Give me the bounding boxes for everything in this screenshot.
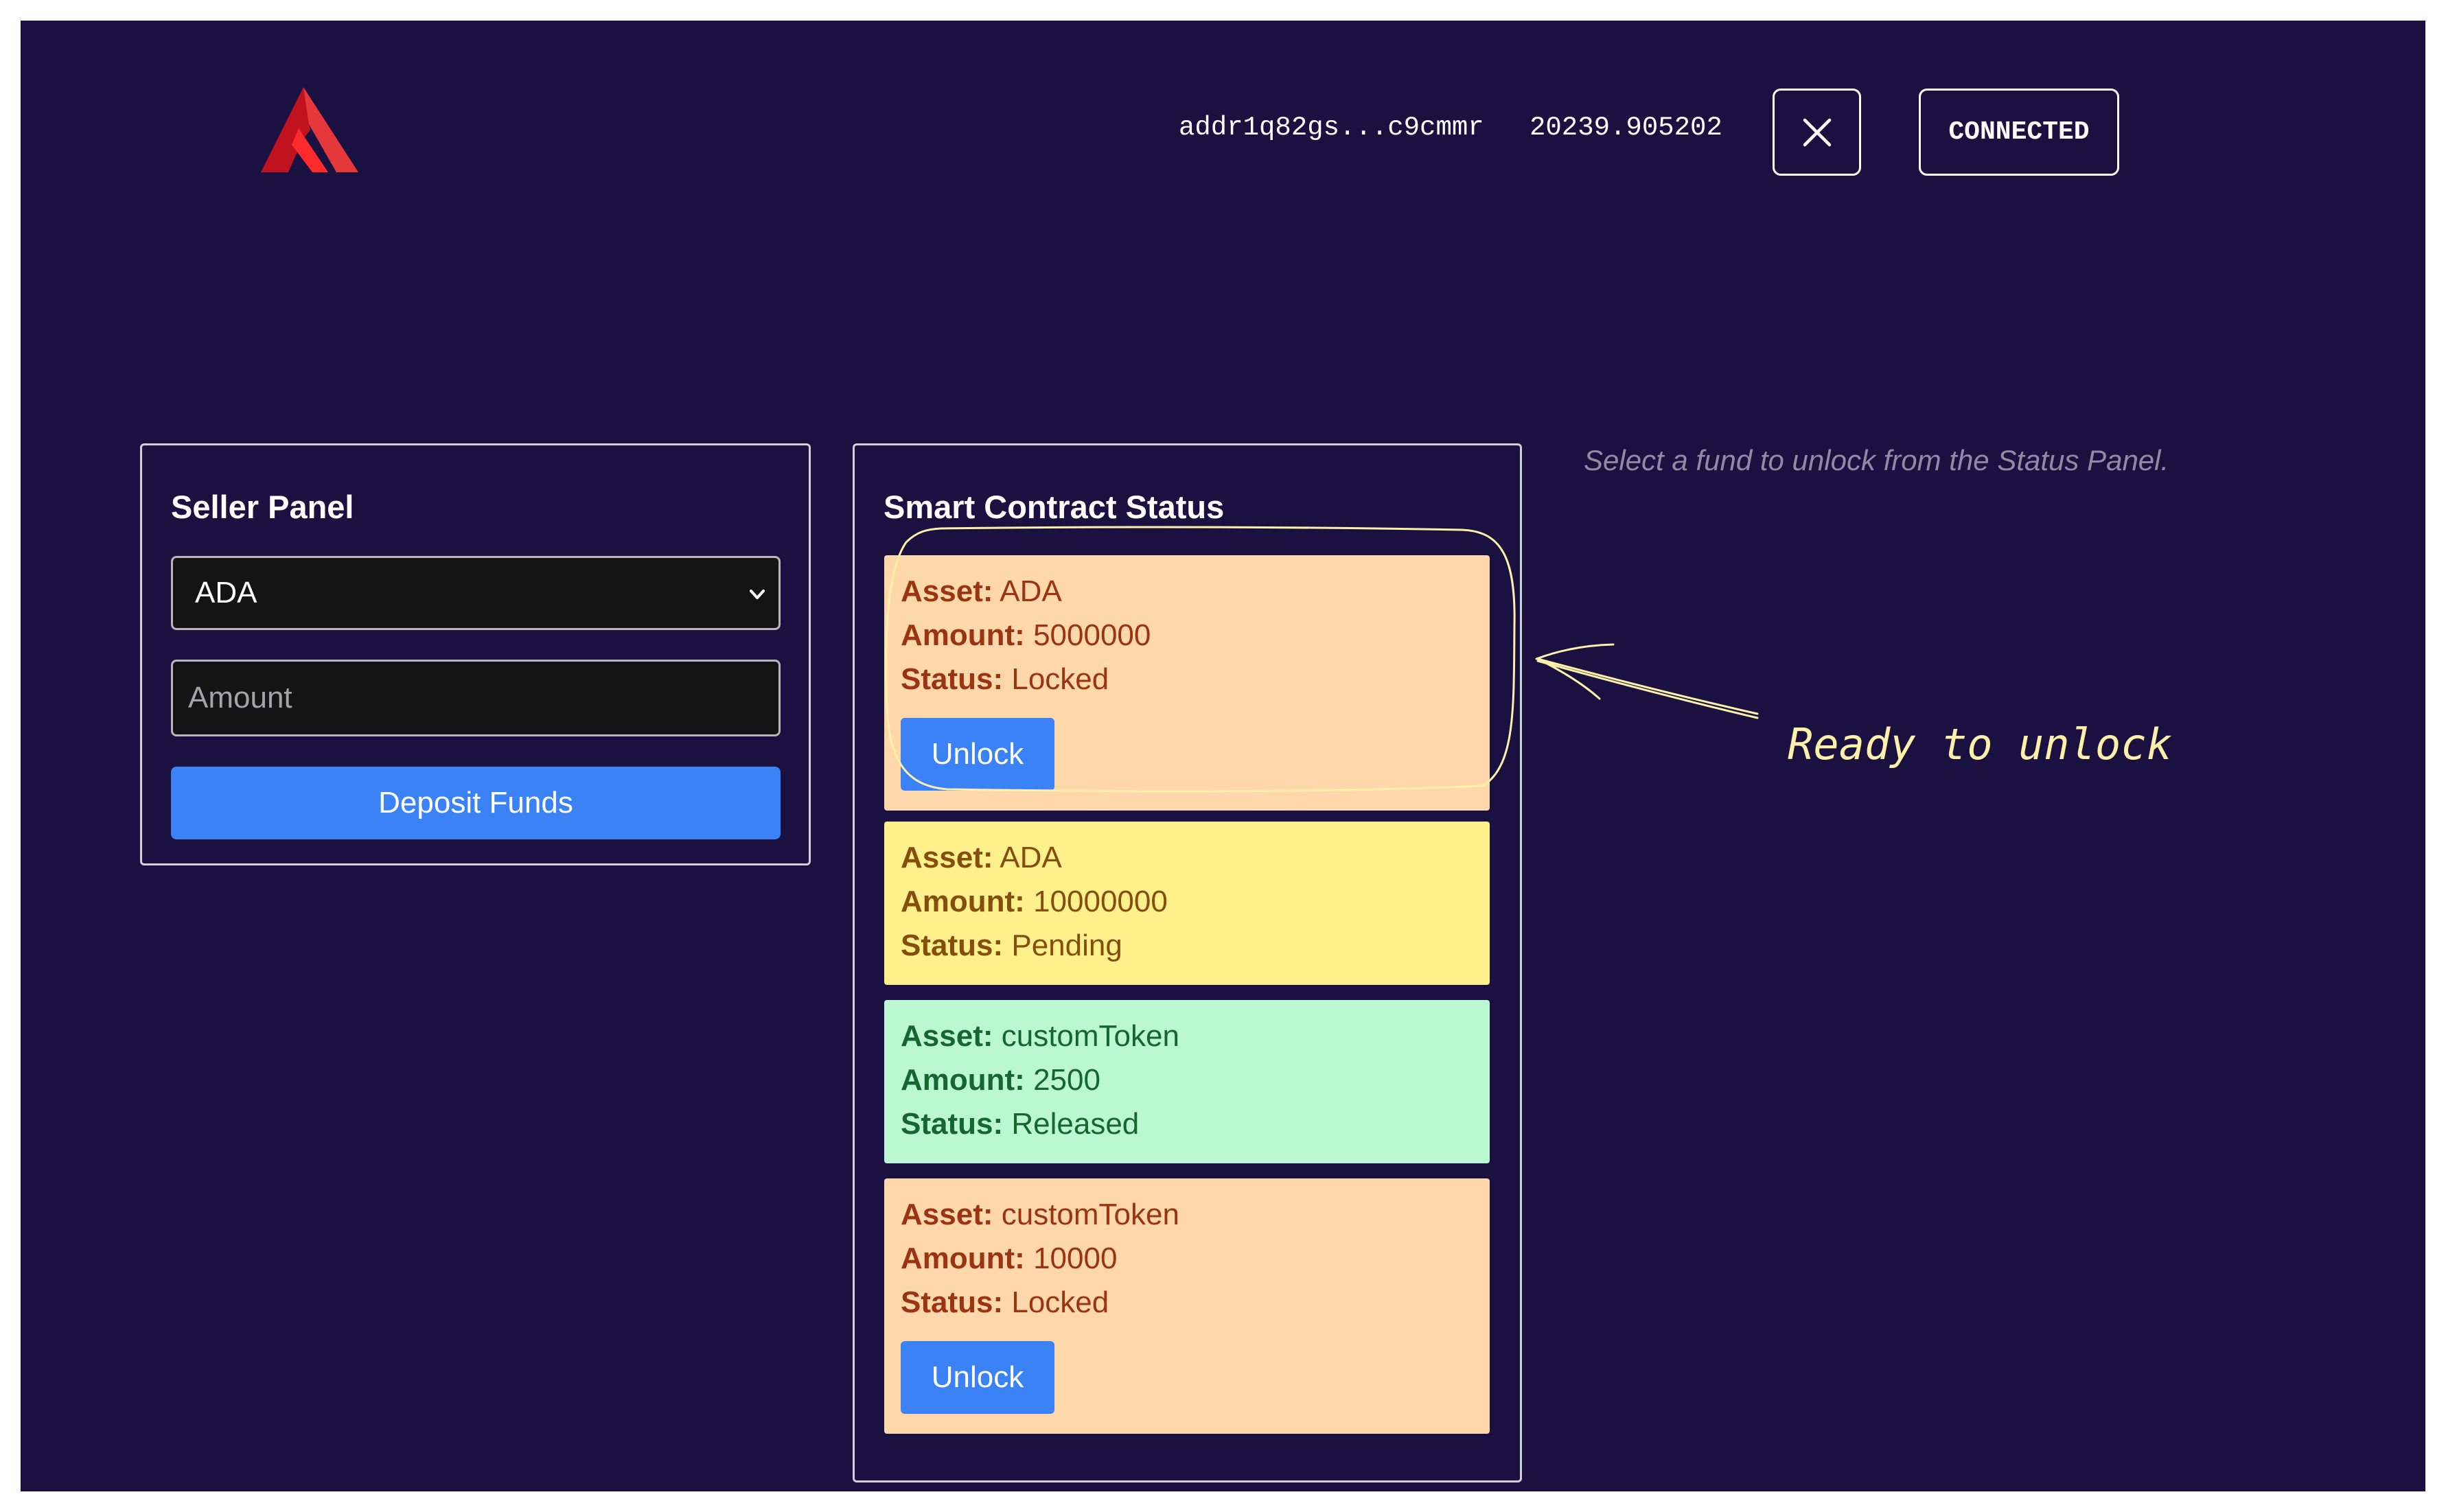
red-a-logo-icon xyxy=(261,87,358,172)
fund-status: Locked xyxy=(1011,662,1109,696)
status-label: Status: xyxy=(901,1107,1004,1141)
chevron-down-icon xyxy=(750,590,765,599)
asset-label: Asset: xyxy=(901,841,993,874)
status-panel-title: Smart Contract Status xyxy=(884,489,1225,525)
status-label: Status: xyxy=(901,1286,1004,1319)
status-label: Status: xyxy=(901,662,1004,696)
asset-label: Asset: xyxy=(901,1019,993,1053)
fund-amount-row: Amount: 10000000 xyxy=(901,885,1168,919)
fund-amount-row: Amount: 5000000 xyxy=(901,618,1151,653)
deposit-funds-button[interactable]: Deposit Funds xyxy=(171,767,781,839)
asset-label: Asset: xyxy=(901,1198,993,1231)
fund-amount: 10000000 xyxy=(1033,885,1168,918)
unlock-button[interactable]: Unlock xyxy=(901,718,1054,791)
asset-select-value: ADA xyxy=(195,576,257,609)
fund-amount: 10000 xyxy=(1033,1242,1118,1275)
fund-status-row: Status: Pending xyxy=(901,929,1122,963)
asset-select[interactable]: ADA xyxy=(171,556,781,630)
fund-asset-row: Asset: customToken xyxy=(901,1198,1179,1232)
wallet-balance: 20239.905202 xyxy=(1530,113,1722,143)
fund-amount-row: Amount: 10000 xyxy=(901,1242,1117,1276)
fund-asset: customToken xyxy=(1001,1198,1179,1231)
amount-label: Amount: xyxy=(901,1242,1025,1275)
fund-asset: ADA xyxy=(1000,841,1062,874)
status-label: Status: xyxy=(901,929,1004,962)
fund-status-row: Status: Locked xyxy=(901,662,1109,697)
close-icon xyxy=(1803,118,1831,146)
annotation-arrow xyxy=(1535,643,1759,719)
fund-status: Released xyxy=(1011,1107,1140,1141)
app-window: addr1q82gs...c9cmmr 20239.905202 CONNECT… xyxy=(21,21,2425,1491)
fund-asset-row: Asset: ADA xyxy=(901,574,1062,609)
fund-card: Asset: customToken Amount: 10000 Status:… xyxy=(884,1178,1490,1434)
fund-amount: 2500 xyxy=(1033,1063,1100,1097)
fund-amount: 5000000 xyxy=(1033,618,1151,652)
fund-status-row: Status: Released xyxy=(901,1107,1139,1141)
asset-label: Asset: xyxy=(901,574,993,608)
unlock-button[interactable]: Unlock xyxy=(901,1341,1054,1414)
connected-button[interactable]: CONNECTED xyxy=(1919,89,2119,176)
fund-asset-row: Asset: ADA xyxy=(901,841,1062,875)
fund-card: Asset: customToken Amount: 2500 Status: … xyxy=(884,1000,1490,1163)
amount-label: Amount: xyxy=(901,618,1025,652)
fund-card: Asset: ADA Amount: 10000000 Status: Pend… xyxy=(884,822,1490,985)
smart-contract-status-panel: Smart Contract Status Asset: ADA Amount:… xyxy=(853,443,1522,1482)
seller-panel-title: Seller Panel xyxy=(171,489,354,525)
disconnect-button[interactable] xyxy=(1773,89,1861,176)
fund-status-row: Status: Locked xyxy=(901,1286,1109,1320)
fund-card: Asset: ADA Amount: 5000000 Status: Locke… xyxy=(884,555,1490,811)
wallet-address: addr1q82gs...c9cmmr xyxy=(1179,113,1484,143)
seller-panel: Seller Panel ADA Deposit Funds xyxy=(140,443,811,865)
fund-status: Pending xyxy=(1011,929,1122,962)
amount-input[interactable] xyxy=(171,660,781,736)
amount-label: Amount: xyxy=(901,1063,1025,1097)
annotation-text: Ready to unlock xyxy=(1788,719,2172,769)
fund-asset: ADA xyxy=(1000,574,1062,608)
fund-asset: customToken xyxy=(1001,1019,1179,1053)
fund-asset-row: Asset: customToken xyxy=(901,1019,1179,1054)
hint-text: Select a fund to unlock from the Status … xyxy=(1584,444,2169,476)
fund-status: Locked xyxy=(1011,1286,1109,1319)
fund-amount-row: Amount: 2500 xyxy=(901,1063,1100,1097)
amount-label: Amount: xyxy=(901,885,1025,918)
